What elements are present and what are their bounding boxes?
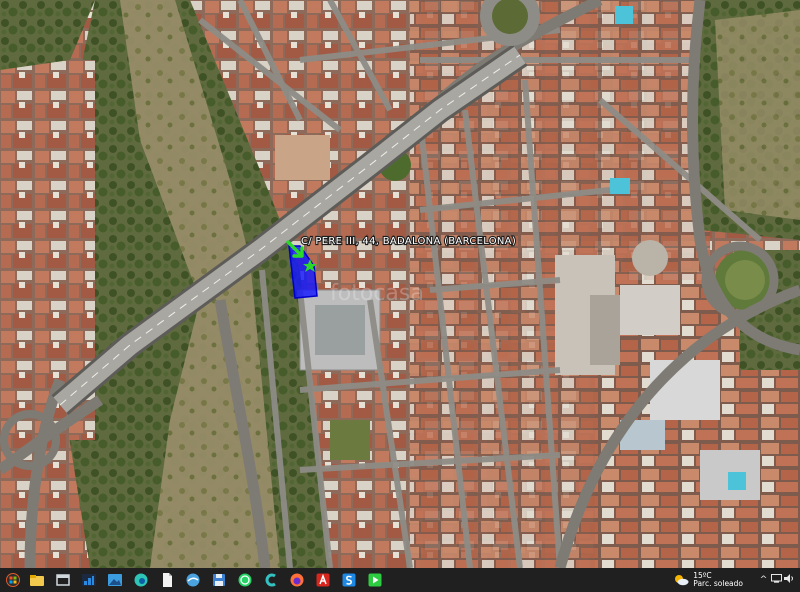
taskbar-item-s-app[interactable] [336, 568, 362, 592]
taskbar-item-gallery[interactable] [102, 568, 128, 592]
landscape-icon [108, 574, 122, 586]
partly-sunny-icon [675, 575, 689, 586]
windows-logo-icon [6, 573, 20, 587]
start-button[interactable] [2, 570, 24, 590]
weather-widget[interactable]: 15ºC Parc. soleado [673, 571, 743, 589]
volume-icon[interactable] [783, 574, 796, 586]
taskbar-item-app[interactable] [258, 568, 284, 592]
taskbar-item-save[interactable] [206, 568, 232, 592]
document-icon [163, 573, 172, 587]
firefox-icon [290, 573, 304, 587]
c-logo-icon [265, 573, 276, 587]
taskbar-item-document[interactable] [154, 568, 180, 592]
whatsapp-icon [238, 573, 252, 587]
taskbar-item-green-app[interactable] [362, 568, 388, 592]
watermark: fotocasa [330, 281, 424, 306]
windows-taskbar: 15ºC Parc. soleado ^ [0, 568, 800, 592]
green-app-icon [368, 573, 382, 587]
tray-chevron-icon[interactable]: ^ [757, 575, 770, 585]
window-icon [56, 574, 70, 586]
taskbar-item-photos[interactable] [76, 568, 102, 592]
acrobat-icon [316, 573, 330, 587]
taskbar-item-edge[interactable] [128, 568, 154, 592]
taskbar-item-acrobat[interactable] [310, 568, 336, 592]
satellite-map[interactable]: C/ PERE III, 44, BADALONA (BARCELONA) fo… [0, 0, 800, 568]
weather-condition: Parc. soleado [693, 579, 743, 588]
taskbar-item-explorer[interactable] [24, 568, 50, 592]
network-icon[interactable] [770, 574, 783, 586]
taskbar-item-firefox[interactable] [284, 568, 310, 592]
photos-icon [82, 574, 96, 586]
s-logo-icon [342, 573, 356, 587]
taskbar-item-earth[interactable] [180, 568, 206, 592]
google-earth-icon [186, 573, 200, 587]
taskbar-item-windows[interactable] [50, 568, 76, 592]
floppy-disk-icon [213, 574, 225, 586]
map-image: C/ PERE III, 44, BADALONA (BARCELONA) fo… [0, 0, 800, 568]
edge-icon [134, 573, 148, 587]
taskbar-item-whatsapp[interactable] [232, 568, 258, 592]
placemark-label: C/ PERE III, 44, BADALONA (BARCELONA) [301, 236, 516, 247]
file-explorer-icon [30, 575, 44, 586]
